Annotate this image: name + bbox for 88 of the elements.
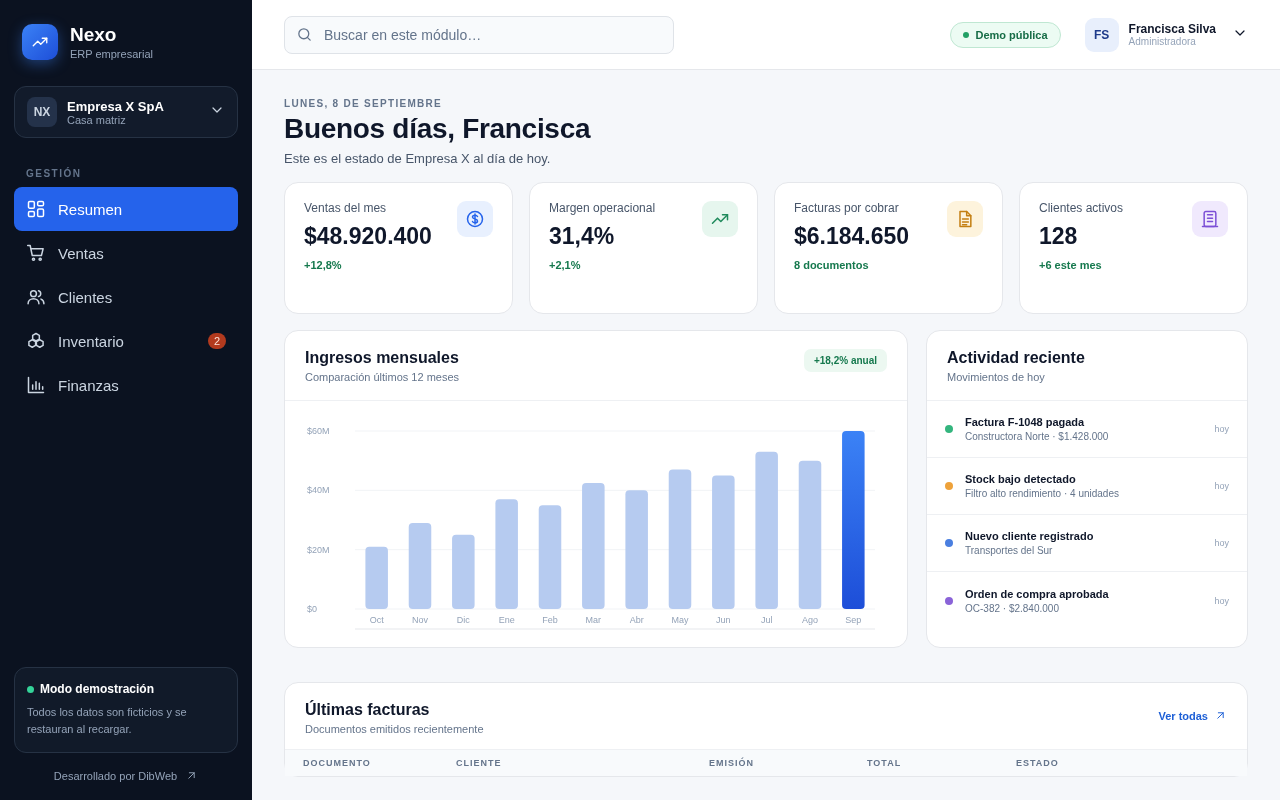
user-avatar: FS: [1084, 17, 1119, 52]
view-all-link[interactable]: Ver todas: [1158, 709, 1227, 722]
grid-icon: [26, 199, 46, 219]
search-field[interactable]: Buscar en este módulo…: [284, 15, 674, 54]
nav-item[interactable]: Ventas: [14, 231, 238, 275]
growth-badge: +18,2% anual: [803, 349, 887, 372]
company-branch: Casa matriz: [67, 113, 127, 126]
kpi-value: 128: [1039, 223, 1079, 250]
count-badge: 2: [207, 333, 226, 349]
user-role: Administradora: [1128, 36, 1197, 47]
dollar-icon: [465, 209, 485, 229]
credit-link[interactable]: Desarrollado por DibWeb: [53, 769, 178, 782]
company-avatar: NX: [27, 97, 57, 127]
kpi-delta: +6 este mes: [1039, 259, 1103, 271]
brand-name: Nexo: [70, 24, 118, 46]
axis-label: Feb: [542, 615, 558, 625]
bar-chart-icon: [26, 375, 46, 395]
demo-text: Todos los datos son ficticios y se restauran al recargar.: [27, 705, 188, 737]
card-title: Actividad reciente: [947, 349, 1085, 367]
axis-label: $60M: [307, 426, 330, 436]
axis-label: Abr: [629, 615, 644, 625]
activity-time: hoy: [1214, 538, 1229, 548]
demo-title: Modo demostración: [40, 682, 154, 696]
axis-label: Mar: [585, 615, 602, 625]
axis-label: Jun: [716, 615, 731, 625]
activity-title: Orden de compra aprobada: [965, 587, 1110, 600]
activity-time: hoy: [1214, 595, 1229, 606]
section-label: GESTIÓN: [26, 168, 83, 179]
activity-detail: OC-382 · $2.840.000: [965, 602, 1060, 614]
activity-title: Nuevo cliente registrado: [965, 530, 1095, 542]
column-header: EMISIÓN: [709, 758, 755, 768]
kpi-label: Clientes activos: [1039, 201, 1124, 215]
nav-item[interactable]: Inventario 2: [14, 319, 238, 363]
column-header: ESTADO: [1016, 758, 1059, 768]
date-label: LUNES, 8 DE SEPTIEMBRE: [284, 98, 444, 109]
column-header: DOCUMENTO: [303, 758, 372, 768]
axis-label: Oct: [369, 615, 384, 625]
activity-title: Stock bajo detectado: [965, 473, 1077, 485]
card-subtitle: Comparación últimos 12 meses: [305, 371, 460, 383]
axis-label: Ago: [802, 615, 818, 625]
company-selector[interactable]: NX Empresa X SpA Casa matriz: [14, 86, 238, 138]
axis-label: Ene: [498, 615, 515, 625]
card-title: Ingresos mensuales: [305, 349, 460, 367]
column-header: TOTAL: [867, 758, 903, 768]
users-icon: [26, 287, 46, 307]
kpi-value: 31,4%: [549, 223, 616, 250]
card-subtitle: Movimientos de hoy: [947, 371, 1046, 383]
page-subtitle: Este es el estado de Empresa X al día de hoy.: [284, 151, 552, 166]
kpi-value: $6.184.650: [794, 223, 910, 250]
company-name: Empresa X SpA: [67, 98, 165, 114]
brand-subtitle: ERP empresarial: [70, 48, 153, 60]
card-title: Últimas facturas: [305, 701, 431, 719]
kpi-delta: +2,1%: [549, 259, 582, 271]
user-menu[interactable]: FS Francisca Silva Administradora: [1084, 17, 1248, 52]
kpi-value: $48.920.400: [304, 223, 432, 250]
status-badge: Demo pública: [950, 21, 1061, 48]
nav-item[interactable]: Clientes: [14, 275, 238, 319]
nav-item[interactable]: Finanzas: [14, 363, 238, 407]
kpi-delta: 8 documentos: [794, 259, 870, 271]
activity-detail: Transportes del Sur: [965, 545, 1054, 556]
cart-icon: [26, 243, 46, 263]
arrow-up-right-icon: [1214, 709, 1227, 722]
activity-title: Factura F-1048 pagada: [965, 416, 1086, 428]
axis-label: Nov: [412, 615, 428, 625]
activity-detail: Filtro alto rendimiento · 4 unidades: [965, 488, 1120, 499]
axis-label: Dic: [456, 615, 470, 625]
column-header: CLIENTE: [456, 758, 503, 768]
activity-time: hoy: [1214, 481, 1229, 491]
axis-label: Sep: [845, 615, 862, 625]
kpi-label: Facturas por cobrar: [794, 201, 900, 215]
axis-label: Jul: [760, 615, 773, 625]
page-title: Buenos días, Francisca: [284, 113, 592, 145]
bar: [365, 546, 388, 609]
axis-label: May: [671, 615, 689, 625]
axis-label: $0: [307, 604, 317, 614]
boxes-icon: [26, 331, 46, 351]
kpi-delta: +12,8%: [304, 259, 343, 271]
kpi-label: Ventas del mes: [304, 201, 388, 215]
activity-time: hoy: [1214, 424, 1229, 434]
kpi-label: Margen operacional: [549, 201, 656, 215]
building-icon: [1200, 209, 1220, 229]
axis-label: $20M: [307, 544, 330, 555]
user-name: Francisca Silva: [1128, 22, 1216, 36]
card-subtitle: Documentos emitidos recientemente: [305, 723, 484, 735]
axis-label: $40M: [307, 485, 330, 496]
activity-detail: Constructora Norte · $1.428.000: [965, 431, 1110, 442]
nav-item[interactable]: Resumen: [14, 187, 238, 231]
status-dot: [27, 685, 34, 693]
